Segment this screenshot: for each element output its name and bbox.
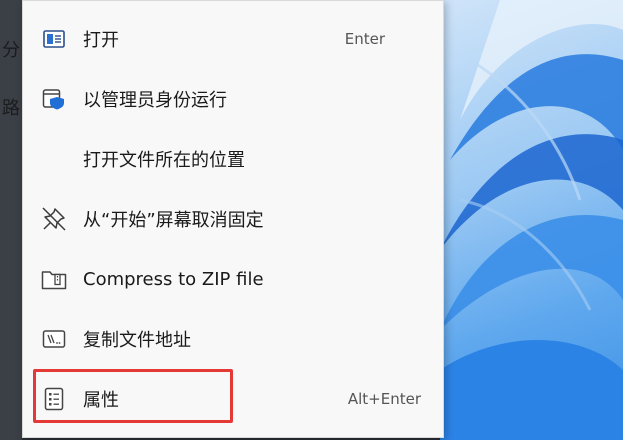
background-text: 路 — [2, 98, 20, 119]
menu-item-properties[interactable]: 属性 Alt+Enter — [23, 373, 443, 425]
menu-item-label: 打开 — [83, 30, 119, 51]
menu-item-label: 复制文件地址 — [83, 330, 191, 351]
open-window-icon — [41, 26, 67, 52]
menu-item-copy-path[interactable]: 复制文件地址 — [23, 313, 443, 365]
zip-folder-icon — [41, 266, 67, 292]
menu-item-open-file-location[interactable]: 打开文件所在的位置 — [23, 133, 443, 185]
background-text: 分 — [2, 40, 20, 61]
context-menu: 打开 Enter 以管理员身份运行 打开文件所在的位置 从“开始”屏幕取消固定 — [22, 0, 444, 438]
menu-item-label: 打开文件所在的位置 — [83, 150, 245, 171]
menu-item-open[interactable]: 打开 Enter — [23, 13, 443, 65]
menu-item-label: Compress to ZIP file — [83, 268, 264, 290]
menu-item-shortcut: Enter — [344, 30, 385, 48]
properties-icon — [41, 386, 67, 412]
background-left-strip: 分 路 — [0, 0, 22, 440]
menu-item-unpin-start[interactable]: 从“开始”屏幕取消固定 — [23, 193, 443, 245]
menu-item-shortcut: Alt+Enter — [347, 390, 421, 408]
menu-item-label: 属性 — [83, 390, 119, 411]
menu-item-compress-zip[interactable]: Compress to ZIP file — [23, 253, 443, 305]
shield-admin-icon — [41, 86, 67, 112]
menu-item-label: 以管理员身份运行 — [83, 90, 227, 111]
unpin-icon — [41, 206, 67, 232]
desktop-wallpaper — [440, 0, 623, 440]
menu-item-run-as-admin[interactable]: 以管理员身份运行 — [23, 73, 443, 125]
copy-path-icon — [41, 326, 67, 352]
menu-item-label: 从“开始”屏幕取消固定 — [83, 210, 264, 231]
